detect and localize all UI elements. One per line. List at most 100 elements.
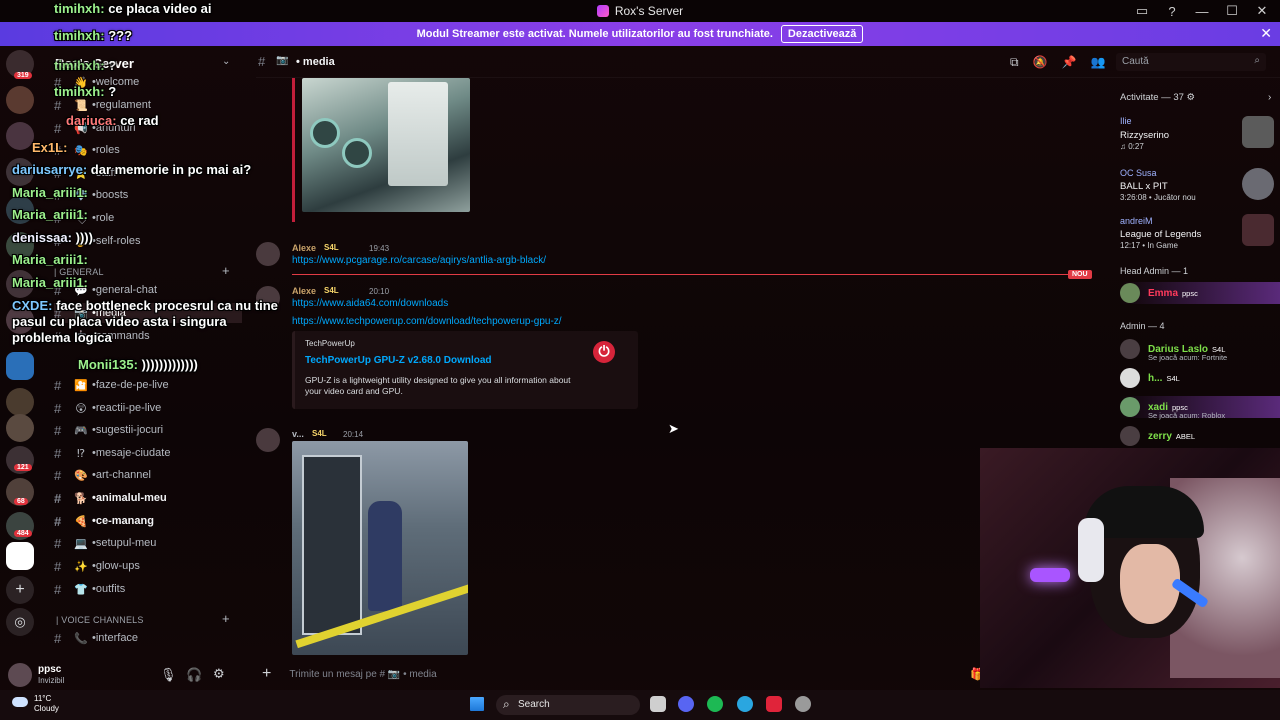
members-icon[interactable]: 👥 — [1090, 55, 1105, 70]
hash-icon: # — [54, 445, 62, 461]
add-attachment-button[interactable]: + — [262, 665, 271, 683]
notifications-icon[interactable]: 🔕 — [1033, 55, 1048, 70]
channel-label: art-channel — [95, 469, 151, 481]
activity-user[interactable]: Ilie — [1120, 116, 1132, 126]
channel-outfits[interactable]: # 👕 • outfits — [54, 579, 125, 599]
chevron-right-icon[interactable]: › — [1268, 92, 1271, 103]
channel-setupul-meu[interactable]: # 💻 • setupul-meu — [54, 533, 156, 553]
channel-reactii-pe-live[interactable]: # 😲 • reactii-pe-live — [54, 398, 161, 418]
avatar — [1120, 426, 1140, 446]
channel-label: interface — [95, 632, 139, 644]
steam-icon[interactable] — [795, 696, 811, 712]
inbox-icon[interactable]: ▭ — [1134, 3, 1150, 19]
spotify-icon[interactable] — [707, 696, 723, 712]
chat-line: Ex1L: — [32, 140, 67, 155]
message-link[interactable]: https://www.aida64.com/downloads — [292, 298, 448, 309]
member-tag: S4L — [1166, 373, 1180, 383]
search-input[interactable]: Caută ⌕ — [1116, 53, 1266, 71]
mention-badge: 121 — [14, 464, 32, 471]
mention-badge: 484 — [14, 530, 32, 537]
member-item[interactable]: Emma ppsc — [1120, 282, 1280, 304]
activity-user[interactable]: andreiM — [1120, 216, 1153, 226]
discord-icon[interactable] — [678, 696, 694, 712]
channel-label: outfits — [95, 583, 126, 595]
disable-streamer-mode-button[interactable]: Dezactivează — [780, 25, 864, 43]
channel-sugestii-jocuri[interactable]: # 🎮 • sugestii-jocuri — [54, 420, 163, 440]
attachment-image[interactable] — [302, 78, 470, 212]
headphones-icon[interactable]: 🎧 — [186, 667, 202, 683]
close-window-button[interactable]: ✕ — [1254, 3, 1270, 19]
category-voice-channels[interactable]: | VOICE CHANNELS — [56, 615, 144, 625]
channel-emoji: ✨ — [74, 560, 88, 573]
banner-close-icon[interactable]: ✕ — [1260, 25, 1272, 42]
member-item[interactable]: zerry ABEL — [1120, 425, 1280, 447]
taskbar: 11°C Cloudy Search — [0, 690, 1280, 720]
channel-interface[interactable]: # 📞 • interface — [54, 628, 138, 648]
weather-widget[interactable]: 11°C Cloudy — [8, 694, 59, 714]
avatar[interactable] — [8, 663, 32, 687]
search-icon: ⌕ — [1254, 55, 1260, 66]
attachment-image[interactable] — [292, 441, 468, 655]
channel-animalul-meu[interactable]: # 🐕 • animalul-meu — [54, 488, 167, 508]
edge-icon[interactable] — [737, 696, 753, 712]
chat-user: timihxh: — [54, 84, 105, 99]
channel-glow-ups[interactable]: # ✨ • glow-ups — [54, 556, 140, 576]
activity-sub: ♫ 0:27 — [1120, 142, 1144, 151]
fan-shape — [342, 138, 372, 168]
discord-window: Rox's Server ▭ ? — ☐ ✕ Modul Streamer es… — [0, 0, 1280, 720]
chat-user: Ex1L: — [32, 140, 68, 155]
member-item[interactable]: xadi ppsc Se joacă acum: Roblox — [1120, 396, 1280, 420]
channel-label: ce-manang — [95, 515, 154, 527]
username[interactable]: ppsc Invizibil — [38, 664, 64, 686]
help-icon[interactable]: ? — [1164, 4, 1180, 19]
chat-line: timihxh: ? — [54, 84, 116, 99]
channel-label: reactii-pe-live — [95, 402, 162, 414]
activity-thumbnail[interactable] — [1242, 214, 1274, 246]
chat-text: ? — [108, 58, 117, 73]
chat-text: ? — [108, 84, 117, 99]
chat-text: face bottleneck procesrul ca nu tine pas… — [12, 298, 278, 345]
activity-user[interactable]: OC Susa — [1120, 168, 1157, 178]
channel-label: faze-de-pe-live — [95, 379, 169, 391]
chat-line: dariuca: ce rad — [66, 113, 159, 128]
cloud-icon — [12, 697, 28, 707]
member-item[interactable]: h... S4L — [1120, 367, 1280, 389]
discover-icon[interactable]: ◎ — [6, 608, 34, 636]
avatar — [1120, 368, 1140, 388]
channel-ce-manang[interactable]: # 🍕 • ce-manang — [54, 511, 154, 531]
settings-gear-icon[interactable]: ⚙ — [213, 666, 225, 682]
windows-start-icon[interactable] — [470, 697, 484, 711]
chat-user: dariusarrye: — [12, 162, 88, 177]
add-channel-icon[interactable]: + — [222, 611, 230, 626]
app-icon[interactable] — [766, 696, 782, 712]
window-title: Rox's Server — [614, 4, 684, 18]
task-view-icon[interactable] — [650, 696, 666, 712]
pinned-icon[interactable]: 📌 — [1062, 55, 1077, 70]
threads-icon[interactable]: ⧉ — [1010, 55, 1019, 70]
minimize-button[interactable]: — — [1194, 4, 1210, 19]
member-name: zerry — [1148, 430, 1172, 442]
message-link[interactable]: https://www.pcgarage.ro/carcase/aqirys/a… — [292, 255, 546, 266]
chat-user: CXDE: — [12, 298, 53, 313]
message-input[interactable]: Trimite un mesaj pe # 📷 • media — [289, 669, 436, 680]
channel-mesaje-ciudate[interactable]: # ⁉ • mesaje-ciudate — [54, 443, 170, 463]
server-icon[interactable] — [6, 388, 34, 416]
embed-title[interactable]: TechPowerUp GPU-Z v2.68.0 Download — [305, 355, 492, 366]
gear-icon[interactable]: ⚙ — [1187, 92, 1196, 103]
taskbar-search[interactable]: Search — [496, 695, 640, 715]
channel-art-channel[interactable]: # 🎨 • art-channel — [54, 465, 151, 485]
activity-thumbnail[interactable] — [1242, 168, 1274, 200]
maximize-button[interactable]: ☐ — [1224, 3, 1240, 19]
embed-description: GPU-Z is a lightweight utility designed … — [305, 375, 571, 396]
avatar[interactable] — [256, 428, 280, 452]
chat-line: Maria_ariii1: — [12, 275, 88, 290]
activity-thumbnail[interactable] — [1242, 116, 1274, 148]
server-icon[interactable] — [6, 414, 34, 442]
message-link[interactable]: https://www.techpowerup.com/download/tec… — [292, 316, 562, 327]
add-server-icon[interactable]: + — [6, 576, 34, 604]
microphone-icon[interactable]: 🎙 — [160, 667, 177, 683]
member-item[interactable]: Darius Laslo S4L Se joacă acum: Fortnite — [1120, 338, 1280, 362]
webcam-overlay — [980, 448, 1280, 688]
message-author[interactable]: v... — [292, 429, 304, 439]
server-icon[interactable] — [6, 542, 34, 570]
